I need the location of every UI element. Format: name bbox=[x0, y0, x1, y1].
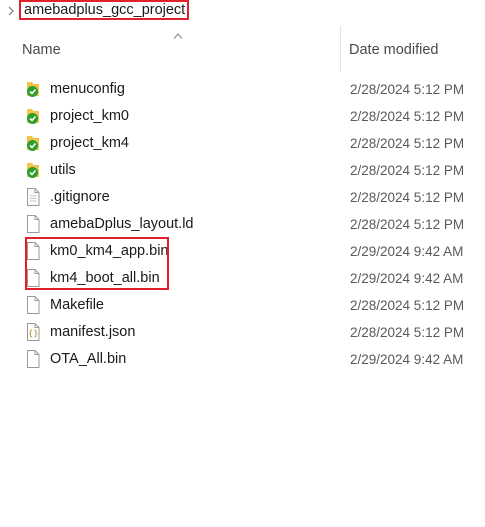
text-file-icon bbox=[27, 188, 40, 206]
file-date: 2/29/2024 9:42 AM bbox=[350, 352, 464, 367]
file-date: 2/28/2024 5:12 PM bbox=[350, 163, 465, 178]
file-name: .gitignore bbox=[50, 189, 110, 205]
file-icon bbox=[27, 269, 40, 287]
file-name: OTA_All.bin bbox=[50, 351, 127, 367]
list-item[interactable]: km0_km4_app.bin 2/29/2024 9:42 AM bbox=[0, 238, 485, 265]
column-header-bar: Name Date modified bbox=[0, 26, 485, 76]
list-item[interactable]: project_km0 2/28/2024 5:12 PM bbox=[0, 103, 485, 130]
file-list: menuconfig 2/28/2024 5:12 PM project_km0… bbox=[0, 76, 485, 373]
file-date: 2/28/2024 5:12 PM bbox=[350, 109, 465, 124]
column-header-name[interactable]: Name bbox=[22, 42, 61, 58]
file-date: 2/29/2024 9:42 AM bbox=[350, 244, 464, 259]
list-item[interactable]: manifest.json 2/28/2024 5:12 PM bbox=[0, 319, 485, 346]
file-icon bbox=[27, 296, 40, 314]
file-name: menuconfig bbox=[50, 81, 125, 97]
file-name: km0_km4_app.bin bbox=[50, 243, 169, 259]
folder-sync-icon bbox=[27, 136, 39, 151]
file-name: manifest.json bbox=[50, 324, 136, 340]
folder-sync-icon bbox=[27, 163, 39, 178]
folder-sync-icon bbox=[27, 109, 39, 124]
list-item[interactable]: km4_boot_all.bin 2/29/2024 9:42 AM bbox=[0, 265, 485, 292]
breadcrumb-chevron-icon[interactable] bbox=[6, 5, 16, 17]
breadcrumb-current-folder[interactable]: amebadplus_gcc_project bbox=[19, 0, 189, 20]
sort-ascending-icon bbox=[173, 33, 183, 39]
column-header-date-modified[interactable]: Date modified bbox=[349, 42, 438, 58]
file-icon bbox=[27, 350, 40, 368]
file-name: km4_boot_all.bin bbox=[50, 270, 160, 286]
json-file-icon bbox=[27, 323, 40, 341]
file-icon bbox=[27, 242, 40, 260]
file-date: 2/28/2024 5:12 PM bbox=[350, 136, 465, 151]
file-date: 2/29/2024 9:42 AM bbox=[350, 271, 464, 286]
list-item[interactable]: Makefile 2/28/2024 5:12 PM bbox=[0, 292, 485, 319]
list-item[interactable]: menuconfig 2/28/2024 5:12 PM bbox=[0, 76, 485, 103]
list-item[interactable]: utils 2/28/2024 5:12 PM bbox=[0, 157, 485, 184]
list-item[interactable]: project_km4 2/28/2024 5:12 PM bbox=[0, 130, 485, 157]
list-item[interactable]: amebaDplus_layout.ld 2/28/2024 5:12 PM bbox=[0, 211, 485, 238]
file-name: Makefile bbox=[50, 297, 104, 313]
file-icon bbox=[27, 215, 40, 233]
file-date: 2/28/2024 5:12 PM bbox=[350, 325, 465, 340]
column-separator[interactable] bbox=[340, 26, 341, 72]
file-date: 2/28/2024 5:12 PM bbox=[350, 82, 465, 97]
file-name: utils bbox=[50, 162, 76, 178]
folder-sync-icon bbox=[27, 82, 39, 97]
file-name: project_km0 bbox=[50, 108, 129, 124]
file-date: 2/28/2024 5:12 PM bbox=[350, 217, 465, 232]
file-name: amebaDplus_layout.ld bbox=[50, 216, 194, 232]
file-date: 2/28/2024 5:12 PM bbox=[350, 190, 465, 205]
list-item[interactable]: OTA_All.bin 2/29/2024 9:42 AM bbox=[0, 346, 485, 373]
list-item[interactable]: .gitignore 2/28/2024 5:12 PM bbox=[0, 184, 485, 211]
file-date: 2/28/2024 5:12 PM bbox=[350, 298, 465, 313]
file-name: project_km4 bbox=[50, 135, 129, 151]
